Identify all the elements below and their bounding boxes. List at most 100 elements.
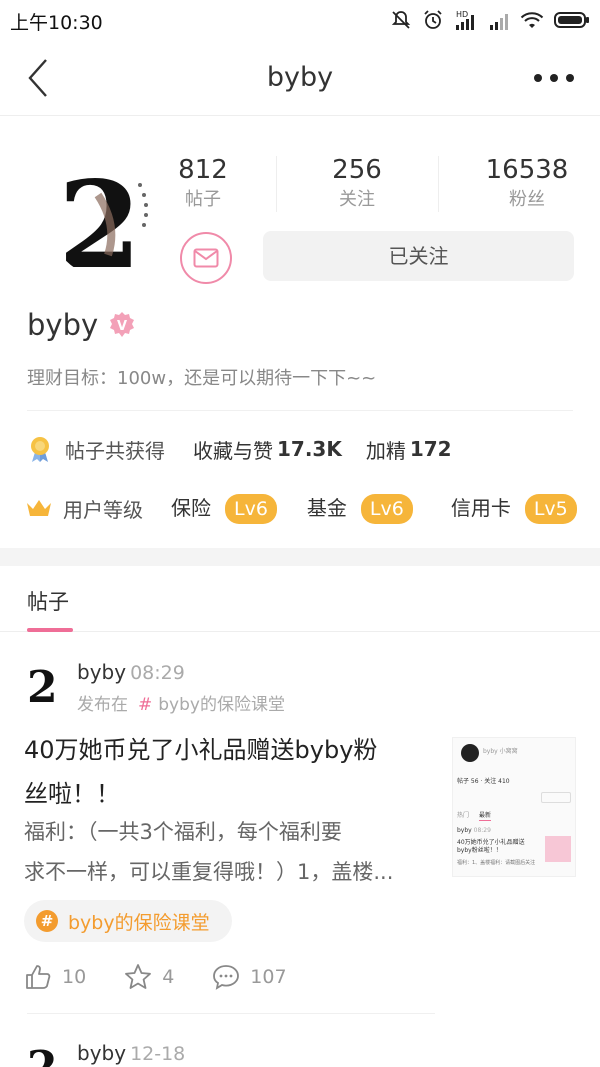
hash-icon: #	[138, 695, 153, 715]
collect-value: 17.3K	[277, 437, 342, 461]
comment-count: 107	[250, 966, 287, 988]
post-title[interactable]: 40万她币兑了小礼品赠送byby粉 丝啦！！	[24, 728, 436, 816]
wifi-icon	[520, 12, 544, 28]
svg-text:HD: HD	[456, 10, 468, 19]
profile-name-row: byby V	[27, 308, 136, 342]
mail-icon	[193, 248, 219, 268]
post-time: 12-18	[130, 1043, 186, 1065]
level-label: 信用卡	[450, 496, 511, 520]
posted-in-label: 发布在	[77, 695, 128, 715]
level-badge: Lv6	[225, 494, 277, 524]
stat-posts[interactable]: 812 帖子	[133, 152, 273, 212]
achievements-prefix: 帖子共获得	[65, 438, 165, 463]
post-title-line: 40万她币兑了小礼品赠送byby粉	[24, 736, 378, 764]
svg-text:2: 2	[58, 155, 142, 279]
stat-following-count: 256	[332, 155, 382, 185]
comment-icon	[213, 965, 240, 990]
thumb-button	[541, 792, 571, 803]
thumb-excerpt: 福利：1、盖楼福利：请截图后关注	[457, 860, 536, 866]
stat-following-label: 关注	[339, 189, 375, 210]
more-dots-icon[interactable]	[534, 72, 574, 84]
thumb-header-text: byby 小窝窝	[483, 748, 518, 755]
stat-posts-count: 812	[178, 155, 228, 185]
alarm-icon	[424, 10, 442, 29]
achievements-row: 帖子共获得 收藏与赞 17.3K 加精 172	[27, 434, 452, 464]
post-meta: 发布在 # byby的保险课堂	[77, 690, 285, 715]
post-tag[interactable]: # byby的保险课堂	[24, 900, 232, 942]
thumb-tab-new: 最新	[479, 812, 492, 819]
favorite-button[interactable]: 4	[124, 963, 174, 991]
collect-label: 收藏与赞	[193, 438, 273, 463]
hd-signal-icon: HD	[456, 10, 474, 30]
comment-button[interactable]: 107	[212, 963, 287, 991]
post-author-avatar[interactable]: 2	[27, 662, 61, 708]
divider	[27, 1013, 435, 1014]
medal-icon	[31, 437, 49, 462]
stat-followers[interactable]: 16538 粉丝	[457, 152, 597, 212]
stat-followers-count: 16538	[485, 155, 569, 185]
post-author-name: byby	[77, 1041, 127, 1065]
like-button[interactable]: 10	[24, 963, 86, 991]
status-icons: HD	[390, 8, 590, 32]
post-author: byby 08:29	[77, 660, 185, 684]
levels-title: 用户等级	[63, 497, 143, 522]
thumbs-up-icon	[26, 965, 51, 989]
page-title: byby	[266, 62, 334, 93]
level-badge: Lv5	[524, 494, 577, 524]
divider	[27, 410, 573, 411]
crown-icon	[27, 500, 51, 516]
post-time: 08:29	[130, 662, 185, 684]
featured-value: 172	[409, 437, 452, 461]
top-navbar: byby	[0, 40, 600, 116]
post-title-line: 丝啦！！	[24, 780, 120, 808]
level-item-credit-card[interactable]: 信用卡 Lv5	[451, 492, 577, 524]
post-group-link[interactable]: byby的保险课堂	[158, 695, 285, 715]
post-excerpt: 福利：（一共3个福利，每个福利要 求不一样，可以重复得哦！）1，盖楼...	[24, 812, 432, 892]
tab-posts[interactable]: 帖子	[27, 586, 69, 616]
signal-icon	[490, 14, 508, 30]
svg-text:2: 2	[27, 1042, 58, 1067]
thumb-author: byby 08:29	[457, 827, 491, 834]
post-excerpt-line: 福利：（一共3个福利，每个福利要	[24, 820, 342, 844]
thumb-image	[545, 836, 571, 862]
level-item-fund[interactable]: 基金 Lv6	[307, 492, 413, 524]
tab-active-indicator	[27, 628, 73, 632]
stat-posts-label: 帖子	[185, 189, 221, 210]
featured-label: 加精	[365, 438, 406, 463]
thumb-tab-indicator	[479, 820, 491, 821]
stat-followers-label: 粉丝	[509, 189, 545, 210]
stat-following[interactable]: 256 关注	[287, 152, 427, 212]
post-author: byby 12-18	[77, 1041, 185, 1065]
stat-divider	[438, 156, 439, 212]
svg-text:V: V	[117, 319, 127, 334]
post-excerpt-line: 求不一样，可以重复得哦！）1，盖楼...	[24, 860, 394, 884]
post-author-name: byby	[77, 660, 127, 684]
post-author-avatar[interactable]: 2	[27, 1042, 61, 1067]
thumb-stats: 帖子 56 · 关注 410	[457, 778, 510, 785]
favorite-count: 4	[162, 966, 175, 988]
level-label: 保险	[171, 496, 211, 520]
level-label: 基金	[306, 496, 347, 520]
section-gap	[0, 548, 600, 566]
level-item-insurance[interactable]: 保险 Lv6	[171, 492, 277, 524]
level-badge: Lv6	[360, 494, 413, 524]
status-time: 上午10:30	[10, 12, 103, 34]
stat-divider	[276, 156, 277, 212]
thumb-tab-hot: 热门	[457, 812, 470, 819]
content-tabs: 帖子	[0, 566, 600, 632]
message-button[interactable]	[180, 232, 232, 284]
like-count: 10	[62, 966, 87, 988]
profile-bio: 理财目标：100w，还是可以期待一下下~~	[27, 368, 377, 389]
thumb-avatar	[461, 744, 479, 762]
post-tag-label: byby的保险课堂	[68, 911, 210, 934]
thumb-title: 40万她币兑了小礼品赠送byby粉丝啦！！	[457, 839, 525, 854]
user-levels-row: 用户等级 保险 Lv6 基金 Lv6 信用卡 Lv5	[25, 491, 577, 525]
hashtag-icon: #	[36, 910, 58, 932]
followed-button[interactable]: 已关注	[263, 231, 574, 281]
verified-badge-icon: V	[110, 312, 135, 337]
battery-icon	[554, 12, 589, 28]
notifications-off-icon	[391, 11, 411, 29]
post-thumbnail[interactable]: byby 小窝窝 帖子 56 · 关注 410 热门 最新 byby 08:29…	[452, 737, 576, 877]
star-icon	[125, 964, 152, 989]
svg-text:2: 2	[27, 662, 58, 708]
